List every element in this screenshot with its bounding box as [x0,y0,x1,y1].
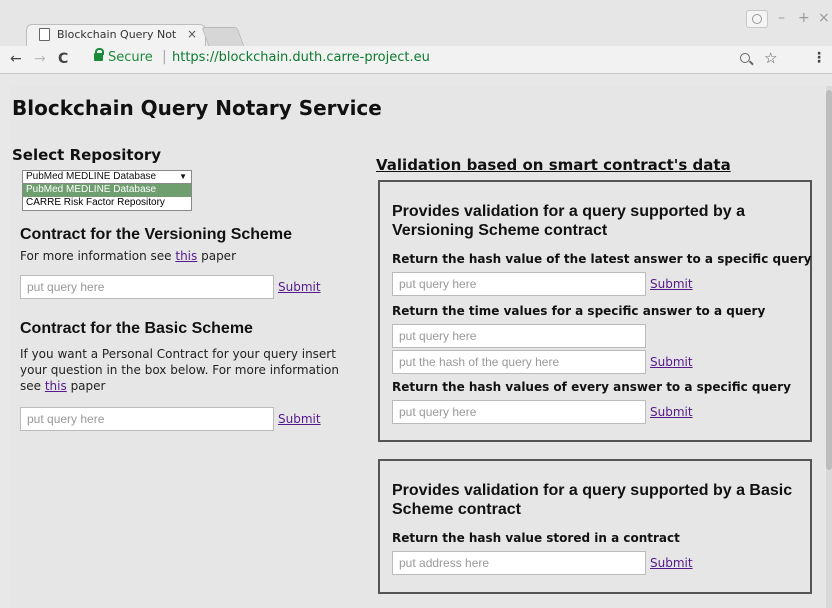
every-query-input[interactable]: put query here [392,400,646,424]
reload-button[interactable]: C [58,51,68,67]
chevron-down-icon: ▼ [179,172,187,181]
repository-option-carre[interactable]: CARRE Risk Factor Repository [23,197,191,210]
basic-validation-heading: Provides validation for a query supporte… [392,482,793,518]
lock-icon [94,48,104,62]
stored-hash-label: Return the hash value stored in a contra… [392,531,680,545]
profile-icon [752,14,762,24]
every-submit-link[interactable]: Submit [650,405,693,419]
scrollbar-thumb[interactable] [826,90,832,470]
latest-query-input[interactable]: put query here [392,272,646,296]
url-separator: | [162,49,167,65]
versioning-submit-link[interactable]: Submit [278,280,321,294]
minimize-button[interactable]: – [778,10,785,26]
versioning-validation-box: Provides validation for a query supporte… [378,180,812,442]
validation-heading: Validation based on smart contract's dat… [376,156,731,174]
maximize-button[interactable]: + [798,10,810,26]
time-values-label: Return the time values for a specific an… [392,304,766,318]
versioning-validation-heading: Provides validation for a query supporte… [392,203,745,239]
tab-title: Blockchain Query Notar [57,28,177,41]
repository-selected-value[interactable]: PubMed MEDLINE Database ▼ [23,171,191,184]
profile-button[interactable] [746,10,768,28]
basic-validation-box: Provides validation for a query supporte… [378,459,812,594]
address-bar[interactable]: Secure | https://blockchain.duth.carre-p… [94,48,814,70]
browser-menu-icon[interactable]: ⋮ [812,50,826,66]
repository-select[interactable]: PubMed MEDLINE Database ▼ PubMed MEDLINE… [22,170,192,211]
latest-hash-label: Return the hash value of the latest answ… [392,252,812,266]
browser-titlebar: Blockchain Query Notar × – + × [0,0,832,47]
time-query-input[interactable]: put query here [392,324,646,348]
time-submit-link[interactable]: Submit [650,355,693,369]
bookmark-star-icon[interactable]: ☆ [764,49,777,67]
basic-info: If you want a Personal Contract for your… [20,347,339,393]
basic-heading: Contract for the Basic Scheme [20,320,253,337]
page-viewport: Blockchain Query Notary Service Select R… [10,86,825,608]
basic-query-input[interactable]: put query here [20,407,274,431]
latest-submit-link[interactable]: Submit [650,277,693,291]
page-favicon-icon [39,28,50,41]
secure-label: Secure [108,50,153,65]
url-text[interactable]: https://blockchain.duth.carre-project.eu [172,50,430,65]
browser-tab[interactable]: Blockchain Query Notar × [26,24,206,46]
address-submit-link[interactable]: Submit [650,556,693,570]
time-hash-input[interactable]: put the hash of the query here [392,350,646,374]
versioning-heading: Contract for the Versioning Scheme [20,226,293,243]
versioning-paper-link[interactable]: this [175,249,197,263]
tab-close-icon[interactable]: × [187,27,197,41]
basic-submit-link[interactable]: Submit [278,412,321,426]
basic-paper-link[interactable]: this [45,379,67,393]
close-window-button[interactable]: × [818,10,830,26]
zoom-icon[interactable] [740,53,750,63]
repository-option-pubmed[interactable]: PubMed MEDLINE Database [23,184,191,197]
browser-toolbar: ← → C Secure | https://blockchain.duth.c… [0,46,832,74]
versioning-info: For more information see this paper [20,249,236,263]
page-scrollbar[interactable] [826,86,832,608]
every-hash-label: Return the hash values of every answer t… [392,380,791,394]
forward-button[interactable]: → [34,51,46,67]
versioning-query-input[interactable]: put query here [20,275,274,299]
select-repository-heading: Select Repository [12,146,162,164]
new-tab-button[interactable] [201,27,245,47]
page-title: Blockchain Query Notary Service [12,96,382,120]
address-input[interactable]: put address here [392,551,646,575]
back-button[interactable]: ← [10,51,22,67]
